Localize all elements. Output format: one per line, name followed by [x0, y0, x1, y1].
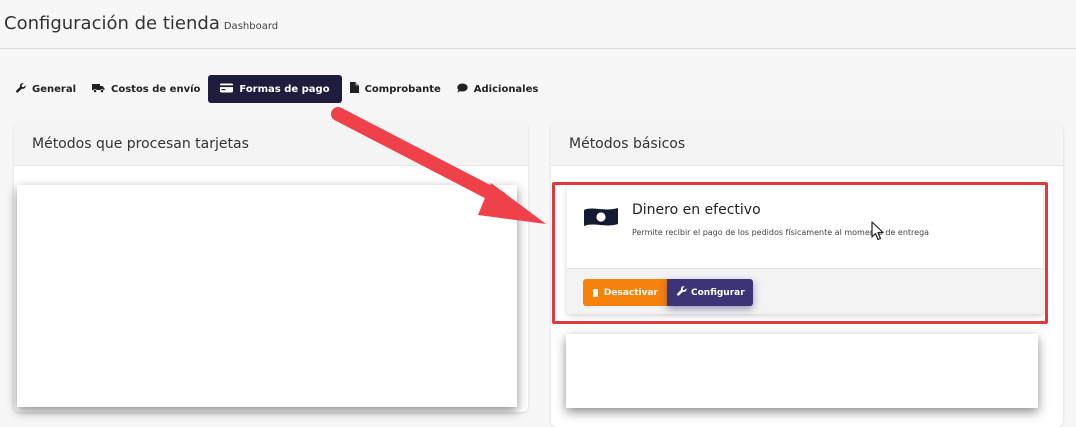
blank-content-box [566, 334, 1038, 408]
page-subtitle: Dashboard [223, 21, 279, 32]
wrench-icon [677, 286, 687, 299]
method-cash: Dinero en efectivo Permite recibir el pa… [567, 185, 1043, 314]
truck-icon [92, 83, 105, 96]
tab-costos-de-envio-label: Costos de envío [111, 83, 201, 95]
tab-formas-de-pago-label: Formas de pago [239, 83, 330, 95]
tab-adicionales-label: Adicionales [473, 83, 539, 95]
method-cash-title: Dinero en efectivo [632, 202, 761, 218]
file-icon [349, 82, 359, 96]
card-basic-methods-title: Métodos básicos [551, 122, 1063, 166]
configure-button-label: Configurar [691, 287, 745, 298]
page-header: Configuración de tienda Dashboard [0, 0, 1076, 50]
comment-icon [457, 83, 468, 96]
settings-tabs: General Costos de envío Formas de pago C… [8, 75, 546, 103]
page-title-text: Configuración de tienda [4, 13, 220, 34]
page-title: Configuración de tienda Dashboard [4, 13, 278, 34]
header-divider [0, 48, 1076, 49]
deactivate-button[interactable]: Desactivar [583, 279, 668, 306]
tab-general-label: General [32, 83, 76, 95]
tab-adicionales[interactable]: Adicionales [449, 75, 547, 103]
blank-content-box [17, 185, 517, 407]
stop-icon [593, 288, 598, 297]
tab-general[interactable]: General [8, 75, 84, 103]
tab-comprobante-label: Comprobante [364, 83, 441, 95]
mouse-cursor-icon [871, 221, 884, 241]
card-payment-processors-title: Métodos que procesan tarjetas [14, 122, 528, 166]
wrench-icon [16, 82, 26, 96]
tab-formas-de-pago[interactable]: Formas de pago [208, 75, 342, 103]
credit-card-icon [220, 83, 234, 96]
money-bill-icon [583, 206, 619, 228]
deactivate-button-label: Desactivar [603, 287, 658, 298]
configure-button[interactable]: Configurar [667, 279, 753, 306]
tab-costos-de-envio[interactable]: Costos de envío [84, 75, 208, 103]
tab-comprobante[interactable]: Comprobante [342, 75, 449, 103]
